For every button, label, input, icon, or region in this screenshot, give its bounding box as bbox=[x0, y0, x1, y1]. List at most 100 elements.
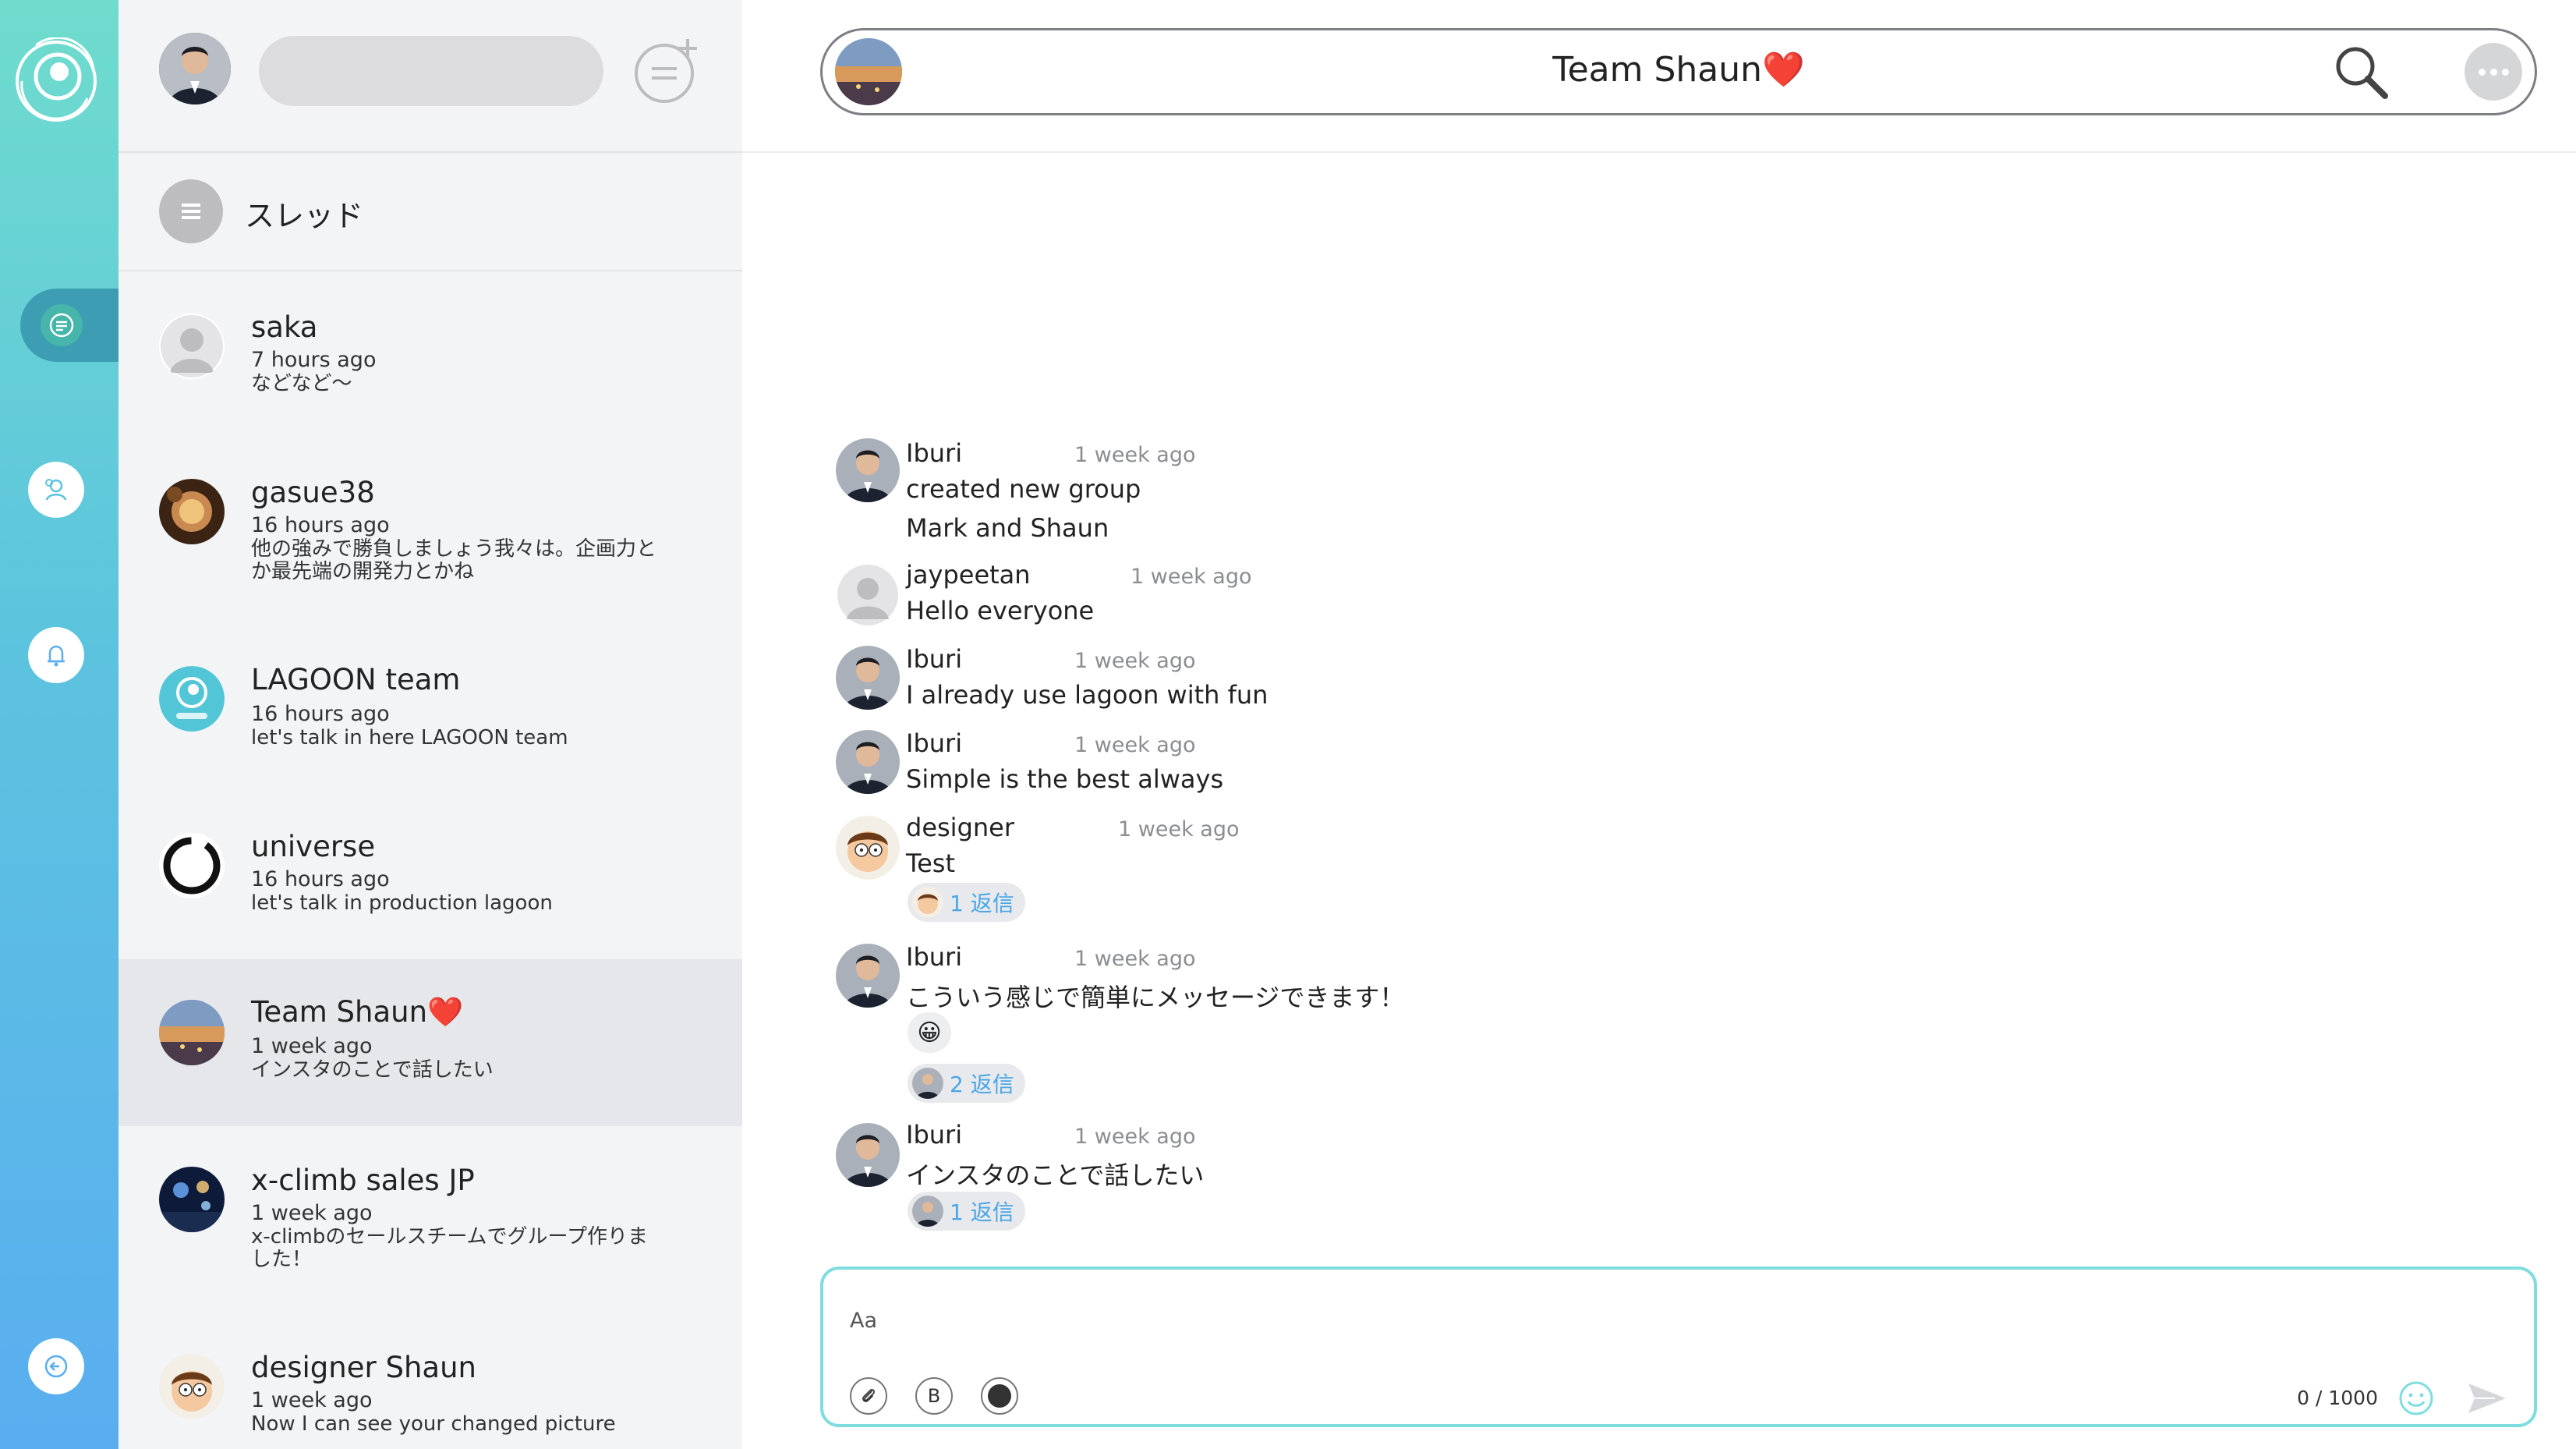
new-thread-button[interactable] bbox=[632, 34, 703, 106]
conversation-preview: 他の強みで勝負しましょう我々は。企画力とか最先端の開発力とかね bbox=[251, 537, 657, 583]
avatar bbox=[159, 1000, 225, 1065]
chat-title-bar: Team Shaun❤️ bbox=[820, 28, 2537, 115]
my-avatar[interactable] bbox=[159, 33, 231, 105]
thread-panel: スレッド saka 7 hours ago などなど～ gasue38 16 h bbox=[119, 0, 742, 1449]
conversation-time: 1 week ago bbox=[251, 1201, 373, 1225]
rail-contacts-button[interactable] bbox=[28, 462, 84, 518]
conversation-item[interactable]: saka 7 hours ago などなど～ bbox=[119, 273, 742, 440]
replies-count: 2 返信 bbox=[950, 1072, 1014, 1097]
bell-icon bbox=[48, 645, 65, 667]
bold-button[interactable]: B bbox=[915, 1377, 953, 1415]
conversation-item[interactable]: gasue38 16 hours ago 他の強みで勝負しましょう我々は。企画力… bbox=[119, 440, 742, 607]
threads-menu-item[interactable]: スレッド bbox=[119, 153, 742, 271]
rail-logout-button[interactable] bbox=[28, 1338, 84, 1394]
avatar bbox=[159, 1354, 225, 1419]
thread-replies-button[interactable]: 2 返信 bbox=[908, 1064, 1025, 1103]
rail-notifications-button[interactable] bbox=[28, 627, 84, 683]
message-text: created new group bbox=[906, 474, 1141, 504]
message-author[interactable]: Iburi bbox=[906, 728, 962, 758]
lagoon-logo-icon[interactable] bbox=[12, 36, 100, 125]
smiley-icon bbox=[2399, 1381, 2433, 1415]
message-time: 1 week ago bbox=[1074, 649, 1196, 673]
reaction-badge[interactable]: 😀 bbox=[908, 1012, 951, 1053]
avatar[interactable] bbox=[836, 1123, 900, 1187]
message-author[interactable]: Iburi bbox=[906, 942, 962, 972]
conversation-name: gasue38 bbox=[251, 476, 375, 509]
message-input[interactable] bbox=[850, 1301, 2331, 1340]
message: Iburi 1 week ago こういう感じで簡単にメッセージできます！ 😀 … bbox=[836, 942, 1927, 1107]
conversation-preview: Now I can see your changed picture bbox=[251, 1412, 616, 1436]
avatar[interactable] bbox=[836, 438, 900, 502]
more-options-button[interactable] bbox=[2465, 43, 2522, 101]
conversation-preview: let's talk in here LAGOON team bbox=[251, 726, 568, 749]
dot bbox=[2489, 68, 2497, 76]
dot bbox=[2501, 68, 2509, 76]
avatar bbox=[159, 833, 225, 898]
send-button[interactable] bbox=[2464, 1379, 2511, 1418]
message-author[interactable]: jaypeetan bbox=[906, 560, 1031, 590]
chat-bubble-icon bbox=[41, 304, 83, 346]
conversation-preview: インスタのことで話したい bbox=[251, 1058, 494, 1082]
conversation-item-active[interactable]: Team Shaun❤️ 1 week ago インスタのことで話したい bbox=[119, 959, 742, 1126]
attach-button[interactable] bbox=[850, 1377, 887, 1415]
message-author[interactable]: designer bbox=[906, 813, 1014, 842]
message-text: Hello everyone bbox=[906, 596, 1095, 625]
users-icon bbox=[45, 479, 67, 501]
avatar bbox=[912, 887, 943, 918]
conversation-name: saka bbox=[251, 310, 318, 344]
logout-icon bbox=[44, 1355, 68, 1378]
conversation-time: 1 week ago bbox=[251, 1388, 373, 1412]
conversation-item[interactable]: designer Shaun 1 week ago Now I can see … bbox=[119, 1313, 742, 1449]
avatar bbox=[159, 666, 225, 732]
record-button[interactable] bbox=[981, 1377, 1018, 1415]
chat-header: Team Shaun❤️ bbox=[742, 0, 2576, 153]
thread-replies-button[interactable]: 1 返信 bbox=[908, 883, 1025, 922]
panel-top-bar bbox=[119, 0, 742, 153]
message-author[interactable]: Iburi bbox=[906, 1120, 962, 1150]
replies-count: 1 返信 bbox=[950, 891, 1014, 916]
message-time: 1 week ago bbox=[1074, 733, 1196, 757]
panel-search-input[interactable] bbox=[259, 36, 603, 106]
avatar[interactable] bbox=[836, 944, 900, 1008]
send-icon bbox=[2468, 1383, 2506, 1413]
message-author[interactable]: Iburi bbox=[906, 644, 962, 674]
message-author[interactable]: Iburi bbox=[906, 438, 962, 468]
message: jaypeetan 1 week ago Hello everyone bbox=[836, 560, 1927, 630]
message-time: 1 week ago bbox=[1118, 817, 1240, 841]
message: Iburi 1 week ago Simple is the best alwa… bbox=[836, 728, 1927, 799]
conversation-item[interactable]: LAGOON team 16 hours ago let's talk in h… bbox=[119, 629, 742, 795]
conversation-preview: let's talk in production lagoon bbox=[251, 891, 553, 915]
compose-icon bbox=[635, 39, 697, 103]
avatar bbox=[159, 314, 225, 379]
menu-icon bbox=[159, 179, 223, 243]
message: designer 1 week ago Test 1 返信 bbox=[836, 813, 1927, 930]
message-time: 1 week ago bbox=[1074, 1125, 1196, 1149]
emoji-button[interactable] bbox=[2397, 1379, 2436, 1418]
avatar bbox=[159, 479, 225, 544]
avatar[interactable] bbox=[836, 730, 900, 794]
rail-threads-button[interactable] bbox=[20, 289, 119, 362]
message-text: I already use lagoon with fun bbox=[906, 680, 1269, 710]
conversation-time: 16 hours ago bbox=[251, 513, 390, 537]
message-text: Test bbox=[906, 848, 956, 878]
conversation-preview: x-climbのセールスチームでグループ作りました！ bbox=[251, 1225, 649, 1271]
conversation-time: 7 hours ago bbox=[251, 348, 377, 372]
chat-search-button[interactable] bbox=[2327, 38, 2394, 105]
message: Iburi 1 week ago I already use lagoon wi… bbox=[836, 644, 1927, 714]
message-text: Simple is the best always bbox=[906, 764, 1224, 794]
conversation-item[interactable]: x-climb sales JP 1 week ago x-climbのセールス… bbox=[119, 1126, 742, 1293]
avatar[interactable] bbox=[836, 563, 900, 627]
conversation-preview: などなど～ bbox=[251, 372, 352, 395]
bold-label: B bbox=[927, 1385, 941, 1407]
avatar[interactable] bbox=[836, 646, 900, 710]
conversation-time: 1 week ago bbox=[251, 1034, 373, 1058]
message: Iburi 1 week ago created new group Mark … bbox=[836, 438, 1927, 547]
avatar[interactable] bbox=[836, 816, 900, 880]
reaction-emoji: 😀 bbox=[917, 1019, 942, 1047]
left-rail bbox=[0, 0, 119, 1449]
record-icon bbox=[988, 1384, 1011, 1408]
chat-main: Team Shaun❤️ Iburi 1 week ago created ne… bbox=[742, 0, 2576, 1449]
thread-replies-button[interactable]: 1 返信 bbox=[908, 1192, 1025, 1231]
conversation-item[interactable]: universe 16 hours ago let's talk in prod… bbox=[119, 794, 742, 961]
avatar bbox=[159, 1167, 225, 1232]
